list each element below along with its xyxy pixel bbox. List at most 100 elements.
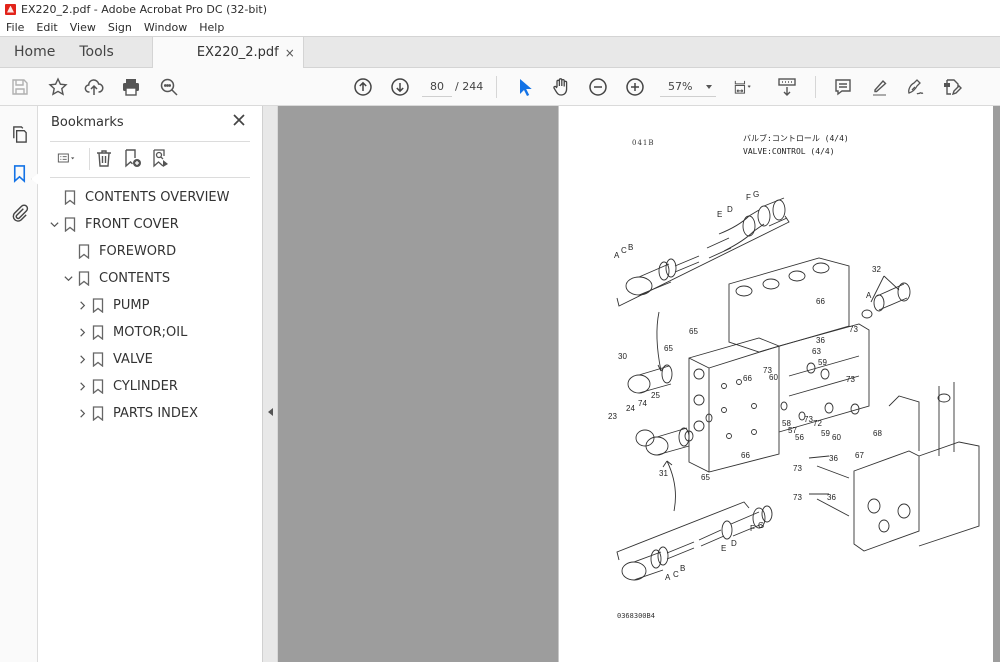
- callout: E: [717, 210, 722, 219]
- panel-splitter[interactable]: [262, 106, 278, 662]
- callout: 67: [855, 451, 864, 460]
- close-panel-icon[interactable]: [231, 112, 247, 128]
- bookmark-item[interactable]: FOREWORD: [62, 240, 176, 262]
- sign-icon[interactable]: [904, 76, 926, 98]
- left-parts: [627, 364, 690, 456]
- bookmark-item[interactable]: VALVE: [76, 348, 153, 370]
- menu-window[interactable]: Window: [138, 21, 193, 34]
- menu-file[interactable]: File: [0, 21, 30, 34]
- options-menu-icon[interactable]: [50, 147, 84, 169]
- chevron-right-icon[interactable]: [76, 407, 88, 419]
- zoom-level-dropdown[interactable]: 57%: [660, 77, 716, 97]
- previous-page-icon[interactable]: [352, 76, 374, 98]
- zoom-in-icon[interactable]: [624, 76, 646, 98]
- callout: G: [753, 190, 759, 199]
- callout: B: [680, 564, 685, 573]
- bookmark-item[interactable]: CONTENTS OVERVIEW: [48, 186, 229, 208]
- callout: 66: [743, 374, 752, 383]
- chevron-right-icon[interactable]: [76, 299, 88, 311]
- next-page-icon[interactable]: [389, 76, 411, 98]
- print-icon[interactable]: [120, 76, 142, 98]
- bookmark-label: CONTENTS OVERVIEW: [85, 189, 230, 205]
- bookmark-star-icon[interactable]: [47, 76, 69, 98]
- toolbar: 80 / 244 57%: [0, 68, 1000, 106]
- callout: 32: [872, 265, 881, 274]
- top-spool-bracket: [616, 215, 790, 307]
- attachments-icon[interactable]: [8, 201, 30, 223]
- select-pointer-icon[interactable]: [513, 76, 535, 98]
- callout: 36: [816, 336, 825, 345]
- callout: C: [673, 570, 679, 579]
- bookmark-search-icon[interactable]: [149, 147, 171, 169]
- menu-view[interactable]: View: [64, 21, 102, 34]
- menu-sign[interactable]: Sign: [102, 21, 138, 34]
- chevron-right-icon[interactable]: [76, 380, 88, 392]
- bookmark-label: FOREWORD: [99, 243, 177, 259]
- navigation-rail: [0, 106, 40, 662]
- bottom-spool-assembly: [621, 505, 773, 581]
- tab-tools[interactable]: Tools: [67, 37, 126, 67]
- chevron-down-icon[interactable]: [62, 272, 74, 284]
- chevron-down-icon: [706, 85, 712, 89]
- callout: F: [746, 193, 751, 202]
- cloud-upload-icon[interactable]: [83, 76, 105, 98]
- callout: 73: [846, 375, 855, 384]
- callout: 36: [827, 493, 836, 502]
- scroll-mode-icon[interactable]: [776, 76, 798, 98]
- document-tab-label: EX220_2.pdf: [196, 45, 279, 60]
- callout: 73: [793, 464, 802, 473]
- callout: A: [614, 251, 620, 260]
- tab-document[interactable]: EX220_2.pdf ×: [151, 37, 304, 68]
- bookmarks-panel: Bookmarks CONTENTS OVERVIEW FRONT COVER FO…: [38, 106, 262, 662]
- callout: 73: [849, 325, 858, 334]
- callout: 59: [818, 358, 827, 367]
- diagram-linework: [616, 197, 980, 581]
- tab-home[interactable]: Home: [0, 37, 67, 67]
- callout: G: [758, 521, 764, 530]
- bookmark-item[interactable]: MOTOR;OIL: [76, 321, 187, 343]
- zoom-out-icon[interactable]: [587, 76, 609, 98]
- comment-icon[interactable]: [832, 76, 854, 98]
- page-thumbnails-icon[interactable]: [8, 123, 30, 145]
- callout: A: [866, 291, 872, 300]
- bookmark-item[interactable]: PARTS INDEX: [76, 402, 198, 424]
- title-bar: EX220_2.pdf - Adobe Acrobat Pro DC (32-b…: [0, 0, 1000, 18]
- close-tab-icon[interactable]: ×: [285, 46, 295, 60]
- page-number-input[interactable]: 80: [422, 77, 452, 97]
- toolbar-divider: [815, 76, 816, 98]
- bookmark-item[interactable]: PUMP: [76, 294, 149, 316]
- callout: B: [628, 243, 633, 252]
- page-footer-code: 0368300B4: [617, 612, 655, 620]
- find-icon[interactable]: [158, 76, 180, 98]
- page-fit-icon[interactable]: [728, 76, 758, 98]
- delete-bookmark-icon[interactable]: [93, 147, 115, 169]
- save-icon[interactable]: [9, 76, 31, 98]
- vertical-scrollbar[interactable]: [993, 106, 1000, 662]
- document-viewer[interactable]: 041B バルブ:コントロール (4/4) VALVE:CONTROL (4/4…: [278, 106, 1000, 662]
- callout: 68: [873, 429, 882, 438]
- callout: 23: [608, 412, 617, 421]
- menu-edit[interactable]: Edit: [30, 21, 63, 34]
- bookmarks-title: Bookmarks: [51, 115, 124, 130]
- callout: 63: [812, 347, 821, 356]
- highlight-icon[interactable]: [868, 76, 890, 98]
- bottom-spool-arrow: [666, 460, 676, 512]
- collapse-panel-icon[interactable]: [268, 408, 273, 416]
- chevron-down-icon[interactable]: [48, 218, 60, 230]
- chevron-right-icon[interactable]: [76, 326, 88, 338]
- callout: E: [721, 544, 726, 553]
- chevron-right-icon[interactable]: [76, 353, 88, 365]
- edit-pdf-icon[interactable]: [941, 76, 963, 98]
- bookmark-item[interactable]: CONTENTS: [62, 267, 170, 289]
- bookmarks-icon[interactable]: [8, 162, 30, 184]
- zoom-level-value: 57%: [668, 80, 693, 93]
- new-bookmark-icon[interactable]: [121, 147, 143, 169]
- bookmark-icon: [64, 189, 76, 205]
- bookmark-item[interactable]: FRONT COVER: [48, 213, 179, 235]
- callout: 36: [829, 454, 838, 463]
- bookmark-item[interactable]: CYLINDER: [76, 375, 178, 397]
- menu-help[interactable]: Help: [193, 21, 230, 34]
- callout: 66: [816, 297, 825, 306]
- hand-icon[interactable]: [550, 76, 572, 98]
